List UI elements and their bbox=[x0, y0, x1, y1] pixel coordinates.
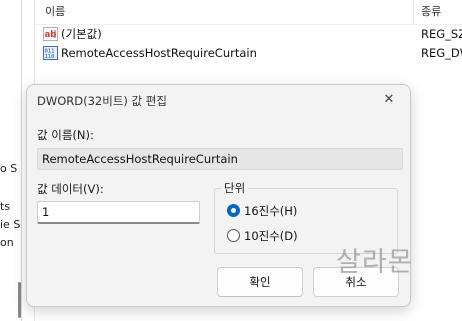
svg-text:110: 110 bbox=[45, 54, 55, 60]
registry-editor-window: o S ts ie S on 이름 종류 ab (기본값) REG_SZ 011… bbox=[0, 0, 462, 321]
tree-divider bbox=[21, 0, 22, 321]
key-tree-pane: o S ts ie S on bbox=[0, 0, 28, 321]
column-header-name[interactable]: 이름 bbox=[45, 0, 65, 24]
ok-button[interactable]: 확인 bbox=[217, 267, 303, 297]
tree-item-fragment[interactable]: ie S bbox=[0, 218, 20, 231]
dword-value-icon: 011 110 bbox=[43, 46, 58, 60]
value-name: RemoteAccessHostRequireCurtain bbox=[61, 46, 257, 60]
tree-item-fragment[interactable]: o S bbox=[0, 162, 17, 175]
radio-label: 10진수(D) bbox=[244, 229, 298, 243]
close-icon[interactable]: ✕ bbox=[378, 89, 400, 111]
tree-item-fragment[interactable]: on bbox=[0, 236, 14, 249]
watermark: 살라몬 bbox=[336, 247, 414, 278]
string-value-icon: ab bbox=[43, 27, 58, 41]
tree-scrollbar-thumb[interactable] bbox=[18, 282, 21, 318]
column-separator[interactable] bbox=[413, 0, 414, 24]
list-item[interactable]: ab (기본값) REG_SZ bbox=[35, 24, 462, 44]
value-data-input[interactable]: 1 bbox=[37, 201, 200, 224]
value-type: REG_SZ bbox=[421, 27, 462, 41]
value-data-label: 값 데이터(V): bbox=[37, 182, 104, 196]
value-name-label: 값 이름(N): bbox=[37, 128, 94, 142]
radio-selected-icon[interactable] bbox=[227, 204, 240, 217]
radio-label: 16진수(H) bbox=[244, 204, 298, 218]
dialog-title: DWORD(32비트) 값 편집 bbox=[37, 94, 167, 108]
value-name-field: RemoteAccessHostRequireCurtain bbox=[37, 148, 403, 170]
value-type: REG_DW bbox=[421, 46, 462, 60]
tree-item-fragment[interactable]: ts bbox=[0, 200, 10, 213]
column-header-type[interactable]: 종류 bbox=[421, 0, 441, 24]
list-item[interactable]: 011 110 RemoteAccessHostRequireCurtain R… bbox=[35, 43, 462, 63]
base-group-label: 단위 bbox=[221, 180, 249, 196]
radio-unselected-icon[interactable] bbox=[227, 229, 240, 242]
value-name: (기본값) bbox=[61, 27, 102, 41]
